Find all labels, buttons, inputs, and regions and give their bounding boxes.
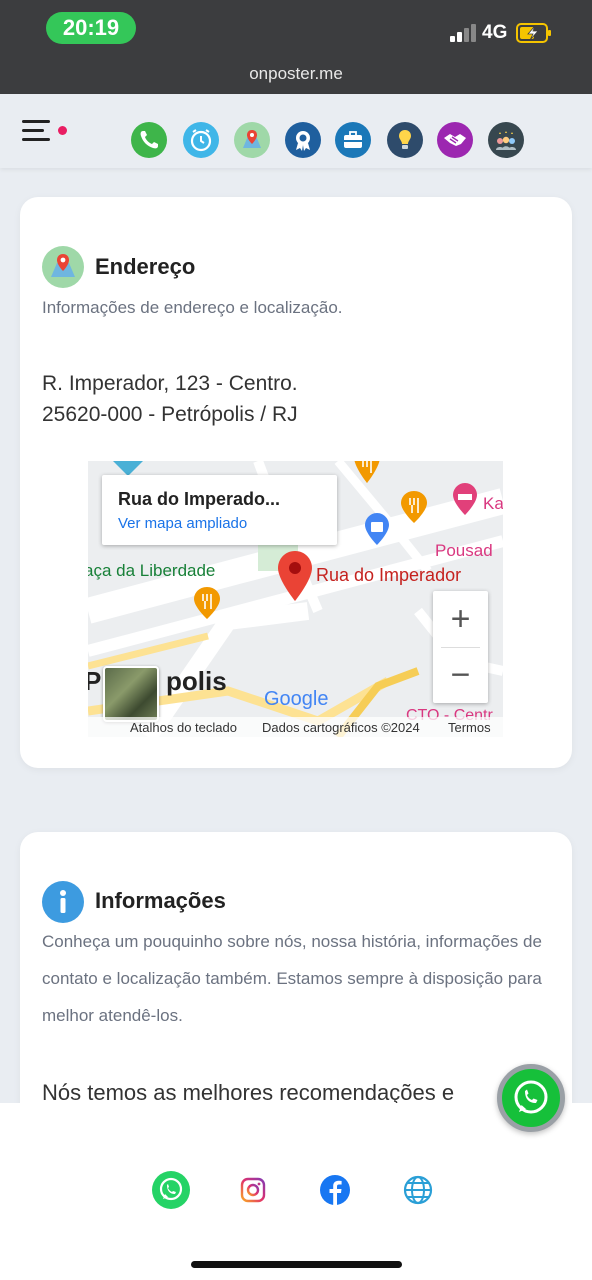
notification-dot — [58, 126, 67, 135]
place-label: aça da Liberdade — [88, 561, 216, 580]
home-indicator — [191, 1261, 402, 1268]
map-info-title: Rua do Imperado... — [118, 489, 281, 509]
clock-time: 20:19 — [46, 12, 136, 44]
clock-icon[interactable] — [183, 122, 219, 158]
url-text: onposter.me — [249, 64, 343, 83]
info-icon — [42, 881, 84, 923]
map-icon[interactable] — [234, 122, 270, 158]
battery-icon — [516, 23, 552, 43]
restaurant-icon[interactable] — [192, 587, 222, 619]
section-title: Endereço — [95, 254, 196, 279]
place-label: Pousad — [435, 541, 493, 560]
map-footer: Atalhos do teclado Dados cartográficos ©… — [88, 717, 503, 737]
team-icon[interactable] — [488, 122, 524, 158]
hotel-icon[interactable] — [451, 483, 479, 515]
map-data-credit[interactable]: Dados cartográficos ©2024 — [262, 720, 420, 735]
lightbulb-icon[interactable] — [387, 122, 423, 158]
phone-icon[interactable] — [131, 122, 167, 158]
facebook-icon[interactable] — [316, 1171, 354, 1209]
zoom-controls: + − — [433, 591, 488, 703]
address-bar[interactable]: onposter.me — [0, 58, 592, 94]
keyboard-shortcuts-link[interactable]: Atalhos do teclado — [130, 720, 237, 735]
signal-icon — [450, 24, 476, 42]
section-description: Conheça um pouquinho sobre nós, nossa hi… — [42, 932, 542, 1025]
pin-label: Rua do Imperador — [316, 565, 462, 585]
terms-link[interactable]: Termos — [448, 720, 491, 735]
zoom-divider — [441, 647, 480, 648]
shopping-icon[interactable] — [363, 513, 391, 545]
section-description: Informações de endereço e localização. — [42, 298, 343, 317]
location-pin-icon[interactable] — [276, 551, 314, 601]
city-label-start: P — [88, 666, 102, 696]
zoom-out-button[interactable]: − — [433, 653, 488, 697]
address-line-2: 25620-000 - Petrópolis / RJ — [42, 403, 298, 426]
section-title: Informações — [95, 888, 226, 913]
restaurant-icon[interactable] — [352, 461, 382, 483]
whatsapp-icon[interactable] — [152, 1171, 190, 1209]
whatsapp-float-button[interactable] — [497, 1064, 565, 1132]
city-label-end: polis — [166, 666, 227, 696]
view-larger-map-link[interactable]: Ver mapa ampliado — [118, 515, 247, 532]
restaurant-icon[interactable] — [399, 491, 429, 523]
globe-icon[interactable] — [399, 1171, 437, 1209]
google-logo: Google — [264, 688, 329, 710]
map-icon — [42, 246, 84, 288]
whatsapp-icon — [514, 1080, 548, 1114]
address-card: Endereço Informações de endereço e local… — [20, 197, 572, 768]
menu-icon[interactable] — [22, 120, 68, 144]
zoom-in-button[interactable]: + — [433, 597, 488, 641]
map-info-window: Rua do Imperado... Ver mapa ampliado — [102, 475, 337, 545]
embedded-map[interactable]: aça da Liberdade Pousad Ka Rua do Impera… — [88, 461, 503, 737]
briefcase-icon[interactable] — [335, 122, 371, 158]
network-label: 4G — [482, 22, 508, 43]
top-nav — [0, 94, 592, 168]
instagram-icon[interactable] — [234, 1171, 272, 1209]
bottom-bar — [0, 1103, 592, 1280]
status-bar: 20:19 4G — [0, 0, 592, 58]
award-icon[interactable] — [285, 122, 321, 158]
satellite-view-toggle[interactable] — [103, 666, 159, 722]
place-label: Ka — [483, 494, 503, 513]
address-line-1: R. Imperador, 123 - Centro. — [42, 372, 298, 395]
handshake-icon[interactable] — [437, 122, 473, 158]
